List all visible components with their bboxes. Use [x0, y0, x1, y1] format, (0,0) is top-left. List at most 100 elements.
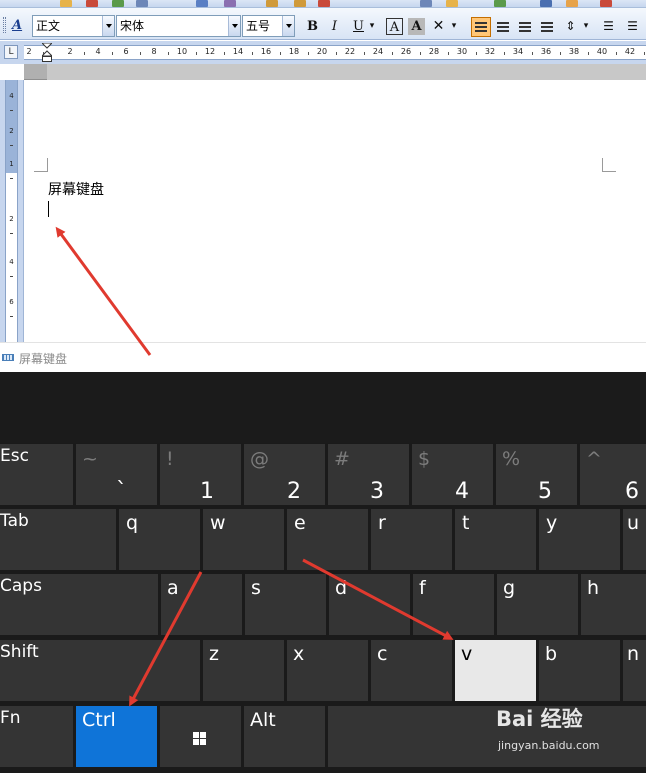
horizontal-ruler[interactable]: L 2 2 4 6 8 10 12 14 16 18 20 22 24 26 28 30 32 34 36 38 40 4…: [0, 41, 646, 64]
chevron-down-icon[interactable]: ▾: [368, 18, 376, 35]
key-f[interactable]: f: [413, 574, 494, 635]
chevron-down-icon[interactable]: ▾: [582, 18, 590, 35]
vertical-ruler[interactable]: 4 2 1 2 4 6: [0, 80, 24, 342]
ruler-number: 4: [95, 47, 101, 56]
toolbar-grip[interactable]: [3, 17, 6, 33]
key-1[interactable]: ! 1: [160, 444, 241, 505]
chevron-down-icon[interactable]: [102, 16, 114, 36]
ruler-number: 2: [67, 47, 73, 56]
key-backtick[interactable]: ~ `: [76, 444, 157, 505]
italic-button[interactable]: I: [326, 18, 343, 35]
ruler-number: 10: [176, 47, 188, 56]
document-page[interactable]: 屏幕键盘: [24, 80, 646, 342]
key-a[interactable]: a: [161, 574, 242, 635]
taskbar-window-label[interactable]: 屏幕键盘: [0, 342, 646, 372]
key-x[interactable]: x: [287, 640, 368, 701]
ruler-tick: [252, 52, 253, 55]
horizontal-ruler-scale[interactable]: 2 2 4 6 8 10 12 14 16 18 20 22 24 26 28 30 32 34 36 38 40 42: [24, 45, 646, 60]
key-w[interactable]: w: [203, 509, 284, 570]
document-text[interactable]: 屏幕键盘: [48, 179, 104, 199]
ruler-tick: [532, 52, 533, 55]
font-combo-value: 宋体: [120, 19, 145, 33]
chevron-down-icon[interactable]: ▾: [450, 18, 458, 35]
key-t[interactable]: t: [455, 509, 536, 570]
key-n[interactable]: n: [623, 640, 646, 701]
key-g[interactable]: g: [497, 574, 578, 635]
bullet-list-icon[interactable]: ☰: [624, 18, 641, 35]
key-u[interactable]: u: [623, 509, 646, 570]
ruler-tick: [140, 52, 141, 55]
ruler-number: 38: [568, 47, 580, 56]
align-right-icon: [519, 22, 531, 32]
ruler-tick: [392, 52, 393, 55]
bold-button[interactable]: B: [304, 18, 321, 35]
key-y[interactable]: y: [539, 509, 620, 570]
key-tab[interactable]: Tab: [0, 509, 116, 570]
key-alt[interactable]: Alt: [244, 706, 325, 767]
ruler-number: 28: [428, 47, 440, 56]
key-c[interactable]: c: [371, 640, 452, 701]
key-shift[interactable]: Shift: [0, 640, 200, 701]
vertical-ruler-scale[interactable]: 4 2 1 2 4 6: [5, 80, 18, 342]
baidu-watermark: Bai 经验 jingyan.baidu.com: [496, 703, 616, 757]
ruler-number: 16: [260, 47, 272, 56]
key-e[interactable]: e: [287, 509, 368, 570]
style-combo-value: 正文: [36, 19, 61, 33]
align-right-button[interactable]: [516, 18, 534, 35]
align-left-button[interactable]: [471, 17, 491, 37]
key-caps-lock[interactable]: Caps: [0, 574, 158, 635]
ruler-number: 2: [9, 127, 14, 135]
keyboard-title-bar[interactable]: [0, 372, 646, 443]
chevron-down-icon[interactable]: [282, 16, 294, 36]
line-spacing-icon[interactable]: ⇕: [562, 18, 579, 35]
ruler-tick: [308, 52, 309, 55]
chevron-down-icon[interactable]: [228, 16, 240, 36]
ruler-number: 40: [596, 47, 608, 56]
windows-logo-icon: [193, 732, 206, 745]
indent-marker-icon[interactable]: [42, 43, 52, 62]
style-combo[interactable]: 正文: [32, 15, 115, 37]
styles-pane-icon[interactable]: A: [12, 18, 22, 33]
ruler-number: 6: [123, 47, 129, 56]
key-windows[interactable]: [160, 706, 241, 767]
page-top-margin: [24, 64, 646, 80]
tab-selector[interactable]: L: [4, 45, 18, 59]
ruler-number: 26: [400, 47, 412, 56]
ruler-tick: [588, 52, 589, 55]
key-3[interactable]: #3: [328, 444, 409, 505]
font-size-combo[interactable]: 五号: [242, 15, 295, 37]
justify-button[interactable]: [538, 18, 556, 35]
key-b[interactable]: b: [539, 640, 620, 701]
underline-button[interactable]: U: [350, 18, 367, 35]
ruler-number: 32: [484, 47, 496, 56]
key-q[interactable]: q: [119, 509, 200, 570]
ruler-tick: [84, 52, 85, 55]
key-s[interactable]: s: [245, 574, 326, 635]
key-d[interactable]: d: [329, 574, 410, 635]
screenshot-root: A 正文 宋体 五号 B I U ▾ A A ✕ ▾ ⇕ ▾ ☰ ☰ L 2 2…: [0, 0, 646, 773]
key-h[interactable]: h: [581, 574, 646, 635]
keyboard-icon: [2, 354, 14, 361]
font-size-value: 五号: [246, 19, 271, 33]
key-fn[interactable]: Fn: [0, 706, 73, 767]
key-esc[interactable]: Esc: [0, 444, 73, 505]
crop-mark-top-left: [34, 158, 48, 172]
key-5[interactable]: % 5: [496, 444, 577, 505]
ruler-tick: [10, 276, 13, 277]
key-r[interactable]: r: [371, 509, 452, 570]
ruler-tick: [364, 52, 365, 55]
key-v[interactable]: v: [455, 640, 536, 701]
key-6[interactable]: ^ 6: [580, 444, 646, 505]
key-4[interactable]: $4: [412, 444, 493, 505]
text-effects-icon[interactable]: ✕: [430, 18, 447, 35]
numbered-list-icon[interactable]: ☰: [600, 18, 617, 35]
ruler-number: 20: [316, 47, 328, 56]
key-z[interactable]: z: [203, 640, 284, 701]
ruler-tick: [168, 52, 169, 55]
key-2[interactable]: @2: [244, 444, 325, 505]
align-center-button[interactable]: [494, 18, 512, 35]
char-border-button[interactable]: A: [386, 18, 403, 35]
key-ctrl[interactable]: Ctrl: [76, 706, 157, 767]
char-shading-button[interactable]: A: [408, 18, 425, 35]
font-combo[interactable]: 宋体: [116, 15, 241, 37]
